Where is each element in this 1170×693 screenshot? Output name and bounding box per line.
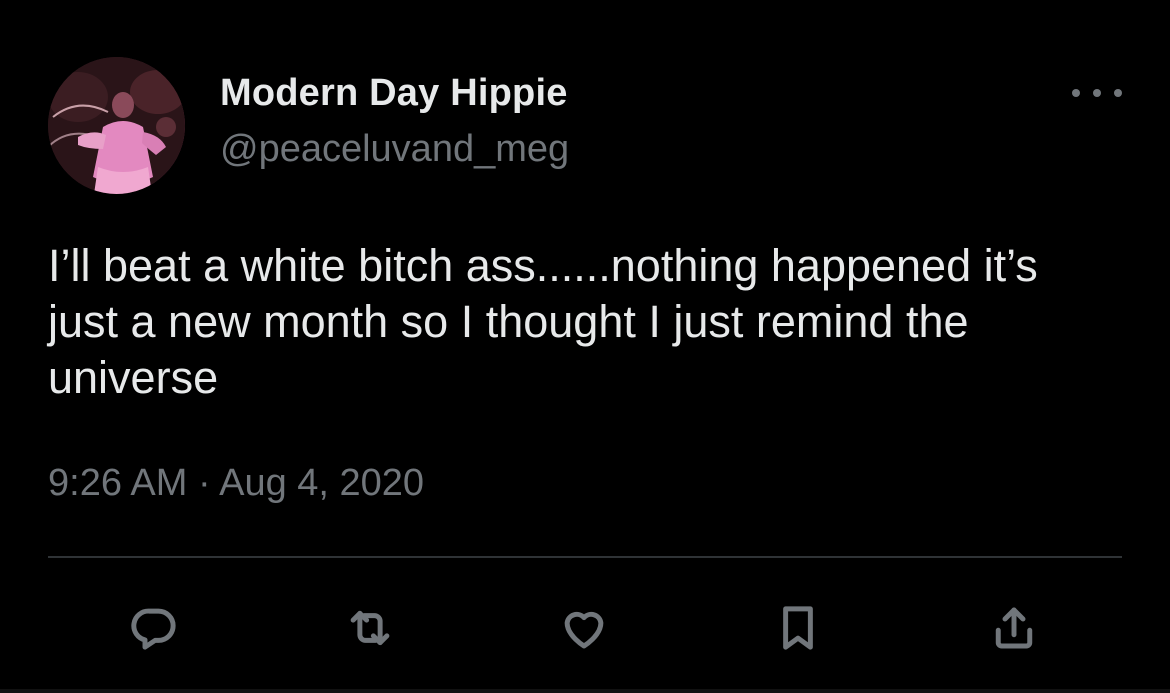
share-icon — [995, 607, 1033, 649]
tweet-timestamp[interactable]: 9:26 AM · Aug 4, 2020 — [48, 458, 424, 508]
divider — [48, 556, 1122, 558]
tweet-date: Aug 4, 2020 — [219, 462, 425, 504]
heart-icon — [564, 611, 604, 649]
tweet-detail: Modern Day Hippie @peaceluvand_meg I’ll … — [0, 0, 1170, 693]
more-horizontal-icon-dot — [1072, 89, 1080, 97]
tweet-time: 9:26 AM — [48, 462, 188, 504]
avatar-photo — [48, 57, 185, 194]
retweet-icon — [350, 610, 390, 646]
tweet-text: I’ll beat a white bitch ass......nothing… — [48, 240, 1038, 403]
user-handle[interactable]: @peaceluvand_meg — [220, 124, 569, 174]
author-info: Modern Day Hippie @peaceluvand_meg — [220, 68, 569, 174]
display-name[interactable]: Modern Day Hippie — [220, 68, 569, 118]
more-horizontal-icon-dot — [1093, 89, 1101, 97]
timestamp-separator: · — [197, 462, 211, 504]
more-horizontal-icon-dot — [1114, 89, 1122, 97]
action-bar — [0, 596, 1170, 660]
bookmark-button[interactable] — [766, 596, 830, 660]
like-button[interactable] — [552, 596, 616, 660]
reply-button[interactable] — [122, 596, 186, 660]
retweet-button[interactable] — [338, 596, 402, 660]
reply-icon — [131, 608, 176, 650]
share-button[interactable] — [982, 596, 1046, 660]
bookmark-icon — [783, 606, 813, 650]
bottom-edge — [0, 689, 1170, 693]
avatar[interactable] — [48, 57, 185, 194]
more-options-button[interactable] — [1072, 78, 1122, 108]
